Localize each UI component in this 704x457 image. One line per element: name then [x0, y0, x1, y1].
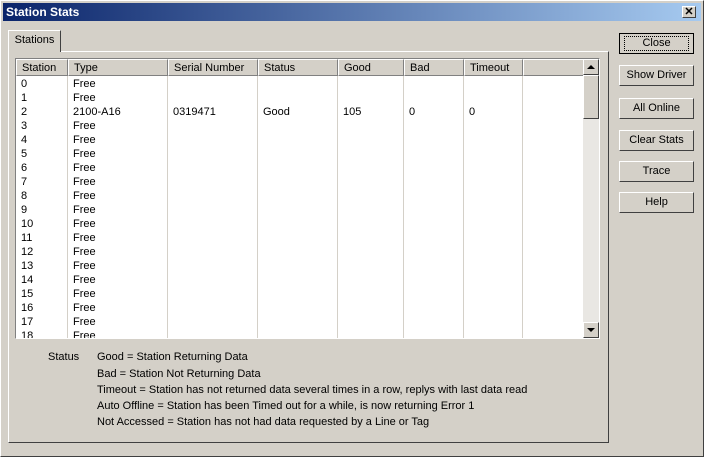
column-header[interactable]: Serial Number — [168, 59, 258, 76]
table-cell: 13 — [21, 260, 34, 272]
close-button[interactable]: Close — [619, 33, 694, 54]
column-header[interactable]: Status — [258, 59, 338, 76]
legend-not-accessed: Not Accessed = Station has not had data … — [97, 416, 430, 428]
table-row[interactable]: 4 Free — [16, 133, 584, 147]
table-cell: Free — [73, 162, 96, 174]
stations-list[interactable]: Station Type Serial Number Status Good Bad Tim… — [15, 58, 600, 339]
table-cell: 14 — [21, 274, 34, 286]
column-header[interactable]: Bad — [404, 59, 464, 76]
stations-list-content: Station Type Serial Number Status Good Bad Tim… — [16, 59, 584, 338]
station-stats-window: Station Stats ✕ Stations Station Type Seri… — [0, 0, 704, 457]
table-cell: 6 — [21, 162, 28, 174]
legend-good: Good = Station Returning Data — [97, 351, 248, 363]
table-cell: 2 — [21, 106, 28, 118]
table-cell: 9 — [21, 204, 28, 216]
scroll-up-button[interactable] — [583, 59, 599, 75]
table-cell: Free — [73, 190, 96, 202]
table-cell: 5 — [21, 148, 28, 160]
table-row[interactable]: 1 Free — [16, 91, 584, 105]
table-cell: 1 — [21, 92, 28, 104]
arrow-up-icon — [587, 65, 595, 69]
table-cell: 15 — [21, 288, 34, 300]
table-cell: 7 — [21, 176, 28, 188]
table-cell: Free — [73, 134, 96, 146]
table-row[interactable]: 7 Free — [16, 175, 584, 189]
table-cell: Free — [73, 232, 96, 244]
all-online-button[interactable]: All Online — [619, 98, 694, 119]
table-cell: 3 — [21, 120, 28, 132]
table-cell: 0319471 — [173, 106, 216, 118]
table-cell: 4 — [21, 134, 28, 146]
table-cell: 12 — [21, 246, 34, 258]
table-cell: Free — [73, 78, 96, 90]
legend-auto-offline: Auto Offline = Station has been Timed ou… — [97, 400, 475, 412]
table-row[interactable]: 13 Free — [16, 259, 584, 273]
table-cell: 18 — [21, 330, 34, 338]
table-cell: Free — [73, 204, 96, 216]
table-cell: Free — [73, 302, 96, 314]
table-row[interactable]: 3 Free — [16, 119, 584, 133]
table-cell: Free — [73, 218, 96, 230]
table-cell: Free — [73, 92, 96, 104]
table-cell: 16 — [21, 302, 34, 314]
show-driver-button[interactable]: Show Driver — [619, 65, 694, 86]
table-cell: 17 — [21, 316, 34, 328]
table-cell: Free — [73, 176, 96, 188]
tab-stations[interactable]: Stations — [8, 30, 61, 52]
trace-button[interactable]: Trace — [619, 161, 694, 182]
table-cell: Free — [73, 120, 96, 132]
legend-timeout: Timeout = Station has not returned data … — [97, 384, 528, 396]
table-cell: 0 — [469, 106, 476, 118]
table-cell: Free — [73, 288, 96, 300]
table-row[interactable]: 17 Free — [16, 315, 584, 329]
scroll-down-button[interactable] — [583, 322, 599, 338]
table-cell: Free — [73, 260, 96, 272]
clear-stats-button[interactable]: Clear Stats — [619, 130, 694, 151]
table-cell: Good — [263, 106, 290, 118]
table-row[interactable]: 8 Free — [16, 189, 584, 203]
table-row[interactable]: 10 Free — [16, 217, 584, 231]
table-cell: Free — [73, 316, 96, 328]
window-title: Station Stats — [6, 5, 80, 19]
vertical-scrollbar[interactable] — [583, 59, 599, 338]
title-bar: Station Stats ✕ — [3, 3, 701, 21]
table-cell: Free — [73, 246, 96, 258]
legend-heading: Status — [48, 351, 80, 363]
table-row[interactable]: 6 Free — [16, 161, 584, 175]
table-row[interactable]: 15 Free — [16, 287, 584, 301]
table-cell: 2100-A16 — [73, 106, 121, 118]
close-icon[interactable]: ✕ — [682, 6, 696, 18]
table-cell: 0 — [409, 106, 416, 118]
table-cell: Free — [73, 148, 96, 160]
table-row[interactable]: 11 Free — [16, 231, 584, 245]
table-row[interactable]: 2 2100-A16 0319471 Good 105 0 0 — [16, 105, 584, 119]
table-row[interactable]: 12 Free — [16, 245, 584, 259]
column-header[interactable]: Type — [68, 59, 168, 76]
table-row[interactable]: 5 Free — [16, 147, 584, 161]
table-row[interactable]: 9 Free — [16, 203, 584, 217]
table-cell: Free — [73, 330, 96, 338]
close-button-label: Close — [624, 36, 689, 51]
table-cell: 8 — [21, 190, 28, 202]
table-row[interactable]: 18 Free — [16, 329, 584, 338]
table-row[interactable]: 14 Free — [16, 273, 584, 287]
column-header-filler[interactable] — [523, 59, 584, 76]
table-cell: 11 — [21, 232, 33, 244]
table-cell: 0 — [21, 78, 28, 90]
arrow-down-icon — [587, 328, 595, 332]
table-cell: 105 — [343, 106, 362, 118]
table-row[interactable]: 16 Free — [16, 301, 584, 315]
table-row[interactable]: 0 Free — [16, 77, 584, 91]
legend-bad: Bad = Station Not Returning Data — [97, 368, 261, 380]
column-header[interactable]: Timeout — [464, 59, 523, 76]
table-cell: Free — [73, 274, 96, 286]
column-header[interactable]: Station — [16, 59, 68, 76]
table-cell: 10 — [21, 218, 34, 230]
scroll-thumb[interactable] — [583, 75, 599, 119]
column-header[interactable]: Good — [338, 59, 404, 76]
help-button[interactable]: Help — [619, 192, 694, 213]
